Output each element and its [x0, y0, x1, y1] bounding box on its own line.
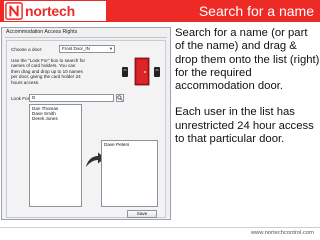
header-bar: nortech Search for a name [0, 0, 320, 22]
choose-door-label: Choose a door: [11, 47, 43, 52]
door-select-value: Front Door_IN [62, 46, 90, 51]
dialog-title: Accommodation Access Rights [6, 29, 78, 35]
save-button[interactable]: Save [127, 210, 157, 218]
assigned-names-list[interactable]: Dave Peters [101, 140, 158, 207]
look-for-label: Look For: [11, 96, 31, 101]
door-select[interactable]: Front Door_IN ▼ [59, 45, 115, 53]
description-paragraph-2: Each user in the list has unrestricted 2… [175, 106, 314, 146]
slide-title: Search for a name [198, 3, 314, 19]
look-for-input[interactable]: D [29, 94, 114, 102]
list-item[interactable]: Derek Jones [32, 116, 81, 121]
instructions-text: Use the "Look For" box to search for nam… [11, 58, 85, 85]
chevron-down-icon[interactable]: ▼ [109, 46, 113, 52]
door-illustration-icon [122, 57, 160, 86]
nortech-logo: nortech [4, 1, 106, 21]
footer-url: www.nortechcontrol.com [250, 230, 314, 236]
search-button[interactable] [116, 94, 124, 102]
dialog-divider [5, 37, 167, 38]
nortech-logo-icon [5, 2, 23, 20]
description-paragraph-1: Search for a name (or part of the name) … [175, 27, 320, 93]
available-names-list[interactable]: Dan Thomas Dave Smith Derek Jones [29, 104, 82, 207]
magnifier-icon [117, 95, 123, 101]
footer-divider [0, 227, 320, 228]
logo-text: nortech [25, 3, 75, 19]
list-item[interactable]: Dave Peters [104, 142, 157, 147]
accommodation-access-dialog: Accommodation Access Rights Choose a doo… [1, 27, 171, 220]
dialog-panel: Choose a door: Front Door_IN ▼ Use the "… [6, 40, 166, 218]
description: Search for a name (or part of the name) … [175, 27, 320, 146]
